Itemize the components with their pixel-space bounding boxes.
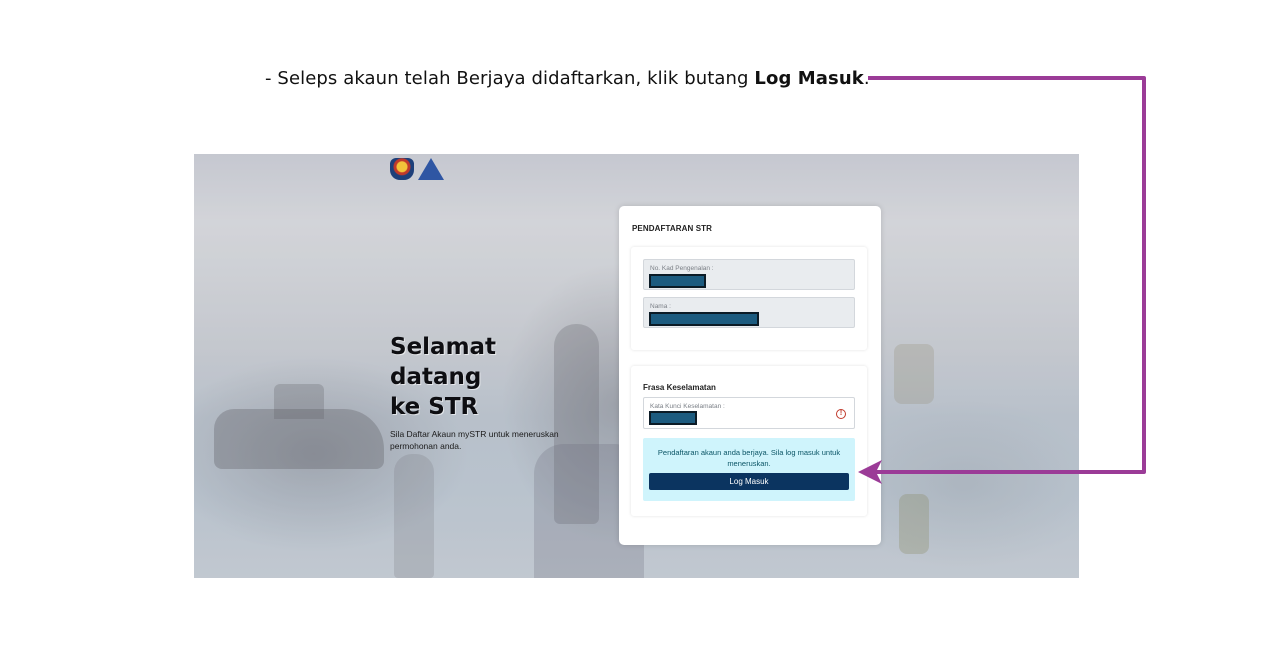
screenshot-frame: Selamat datang ke STR Sila Daftar Akaun … bbox=[194, 154, 1079, 578]
warning-icon: ! bbox=[836, 409, 846, 419]
caption-bold: Log Masuk bbox=[754, 68, 864, 89]
hero-title-line1: Selamat datang bbox=[390, 334, 497, 390]
log-masuk-button[interactable]: Log Masuk bbox=[649, 473, 849, 490]
background-fisherman bbox=[394, 454, 434, 578]
malaysia-crest-logo bbox=[390, 158, 414, 180]
identity-panel: No. Kad Pengenalan : Nama : bbox=[631, 247, 867, 350]
security-keyword-label: Kata Kunci Keselamatan : bbox=[650, 403, 725, 410]
redacted-keyword-value bbox=[649, 411, 697, 425]
registration-card: PENDAFTARAN STR No. Kad Pengenalan : Nam… bbox=[619, 206, 881, 545]
hero-title: Selamat datang ke STR bbox=[390, 332, 590, 422]
lhdn-logo bbox=[418, 158, 444, 180]
background-climber bbox=[899, 494, 929, 554]
redacted-name-value bbox=[649, 312, 759, 326]
background-boat bbox=[894, 344, 934, 404]
hero-title-line2: ke STR bbox=[390, 394, 479, 420]
background-tractor-cab bbox=[274, 384, 324, 419]
instruction-caption: - Seleps akaun telah Berjaya didaftarkan… bbox=[265, 68, 870, 89]
security-title: Frasa Keselamatan bbox=[643, 383, 716, 392]
hero-section: Selamat datang ke STR Sila Daftar Akaun … bbox=[390, 332, 590, 452]
name-label: Nama : bbox=[650, 303, 671, 310]
card-title: PENDAFTARAN STR bbox=[632, 224, 713, 233]
ic-number-label: No. Kad Pengenalan : bbox=[650, 265, 714, 272]
hero-subtitle: Sila Daftar Akaun mySTR untuk meneruskan… bbox=[390, 429, 559, 451]
ic-number-field[interactable]: No. Kad Pengenalan : bbox=[643, 259, 855, 290]
caption-suffix: . bbox=[863, 68, 870, 89]
redacted-ic-value bbox=[649, 274, 706, 288]
security-keyword-field[interactable]: Kata Kunci Keselamatan : ! bbox=[643, 397, 855, 429]
security-panel: Frasa Keselamatan Kata Kunci Keselamatan… bbox=[631, 366, 867, 516]
success-alert-message: Pendaftaran akaun anda berjaya. Sila log… bbox=[657, 448, 841, 468]
name-field[interactable]: Nama : bbox=[643, 297, 855, 328]
logo-group bbox=[390, 158, 444, 180]
caption-prefix: - Seleps akaun telah Berjaya didaftarkan… bbox=[265, 68, 755, 89]
success-alert: Pendaftaran akaun anda berjaya. Sila log… bbox=[643, 438, 855, 501]
